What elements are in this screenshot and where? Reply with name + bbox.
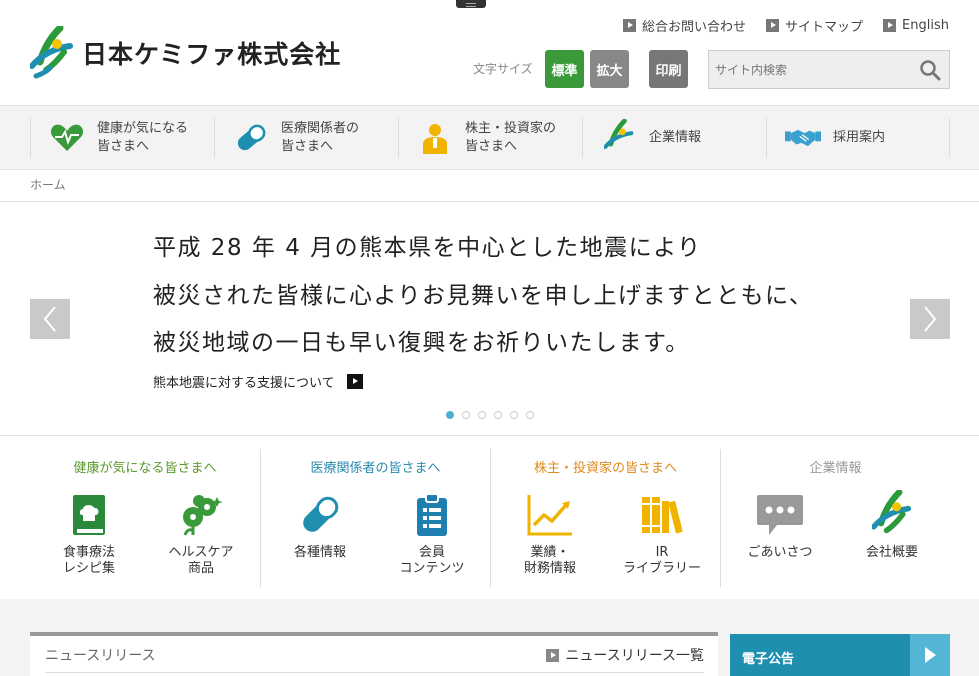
- slider-dots: [446, 411, 534, 419]
- tile-company-profile[interactable]: 会社概要: [837, 489, 947, 585]
- heart-pulse-icon: [49, 122, 85, 154]
- util-link-sitemap[interactable]: サイトマップ: [766, 16, 863, 35]
- site-header: 日本ケミファ株式会社 総合お問い合わせ サイトマップ English 文字サイズ…: [0, 0, 979, 106]
- slider-dot[interactable]: [494, 411, 502, 419]
- catnav-label: 企業情報: [649, 130, 702, 145]
- arrow-right-icon: [883, 19, 897, 32]
- electronic-notice-label: 電子公告: [742, 652, 795, 667]
- tile-recipes[interactable]: 食事療法 レシピ集: [34, 489, 144, 585]
- news-title: ニュースリリース: [45, 648, 156, 664]
- kumamoto-support-link[interactable]: 熊本地震に対する支援について: [153, 372, 363, 391]
- panel-corporate: 企業情報 ごあいさつ 会社概要: [720, 449, 950, 587]
- tile-greeting[interactable]: ごあいさつ: [725, 489, 835, 585]
- arrow-right-icon: [910, 634, 950, 676]
- category-panels: 健康が気になる皆さまへ 食事療法 レシピ集 ヘルスケア 商品 医療関係者の皆さま…: [0, 437, 979, 599]
- handshake-icon: [785, 122, 821, 154]
- hero-text-line: 被災地域の一日も早い復興をお祈りいたします。: [153, 330, 690, 356]
- tile-label: IR ライブラリー: [622, 545, 701, 576]
- divider: [45, 672, 704, 673]
- catnav-item-medical[interactable]: 医療関係者の 皆さまへ: [214, 118, 398, 158]
- util-link-english[interactable]: English: [883, 16, 949, 35]
- panel-title[interactable]: 企業情報: [721, 457, 950, 476]
- tile-label: 会社概要: [865, 545, 918, 560]
- tile-info[interactable]: 各種情報: [265, 489, 375, 585]
- print-button[interactable]: 印刷: [649, 50, 688, 88]
- panel-title[interactable]: 健康が気になる皆さまへ: [30, 457, 260, 476]
- tile-ir-library[interactable]: IR ライブラリー: [607, 489, 717, 585]
- healthcare-flower-icon: [146, 489, 256, 541]
- tile-label: 会員 コンテンツ: [399, 545, 465, 576]
- clipboard-icon: [377, 489, 487, 541]
- tile-healthcare[interactable]: ヘルスケア 商品: [146, 489, 256, 585]
- slider-dot[interactable]: [478, 411, 486, 419]
- books-icon: [607, 489, 717, 541]
- arrow-right-icon: [623, 19, 637, 32]
- panel-investors: 株主・投資家の皆さまへ 業績・ 財務情報 IR ライブラリー: [490, 449, 720, 587]
- slider-dot[interactable]: [462, 411, 470, 419]
- arrow-right-icon: [766, 19, 780, 32]
- category-nav: 健康が気になる 皆さまへ 医療関係者の 皆さまへ 株主・投資家の 皆さまへ 企業…: [0, 106, 979, 170]
- hero-text-line: 平成 28 年 4 月の熊本県を中心とした地震により: [153, 235, 702, 261]
- investor-icon: [417, 122, 453, 154]
- company-logo[interactable]: 日本ケミファ株式会社: [30, 26, 341, 80]
- font-size-label: 文字サイズ: [473, 62, 533, 76]
- slider-next-button[interactable]: [910, 299, 950, 339]
- font-large-button[interactable]: 拡大: [590, 50, 629, 88]
- chevron-right-icon: [924, 306, 937, 332]
- panel-title[interactable]: 医療関係者の皆さまへ: [261, 457, 490, 476]
- slider-dot[interactable]: [526, 411, 534, 419]
- breadcrumb: ホーム: [30, 176, 66, 193]
- capsule-icon: [265, 489, 375, 541]
- utility-links: 総合お問い合わせ サイトマップ English: [623, 16, 949, 35]
- line-chart-icon: [495, 489, 605, 541]
- menu-handle-icon[interactable]: [456, 0, 486, 8]
- panel-title[interactable]: 株主・投資家の皆さまへ: [491, 457, 720, 476]
- panel-medical: 医療関係者の皆さまへ 各種情報 会員 コンテンツ: [260, 449, 490, 587]
- tile-label: 食事療法 レシピ集: [62, 545, 115, 576]
- catnav-label: 採用案内: [833, 130, 886, 145]
- util-link-contact[interactable]: 総合お問い合わせ: [623, 16, 746, 35]
- tile-financial[interactable]: 業績・ 財務情報: [495, 489, 605, 585]
- tile-label: ヘルスケア 商品: [168, 545, 234, 576]
- speech-bubble-icon: [725, 489, 835, 541]
- arrow-right-icon: [346, 374, 363, 389]
- search-icon[interactable]: [919, 59, 941, 81]
- tile-label: 業績・ 財務情報: [523, 545, 576, 576]
- company-logo-icon: [601, 119, 637, 154]
- slider-dot[interactable]: [446, 411, 454, 419]
- catnav-label: 健康が気になる 皆さまへ: [97, 121, 189, 154]
- catnav-label: 医療関係者の 皆さまへ: [281, 121, 360, 154]
- company-logo-icon: [837, 489, 947, 541]
- tile-member[interactable]: 会員 コンテンツ: [377, 489, 487, 585]
- catnav-item-recruit[interactable]: 採用案内: [766, 118, 950, 158]
- slider-dot[interactable]: [510, 411, 518, 419]
- page: 日本ケミファ株式会社 総合お問い合わせ サイトマップ English 文字サイズ…: [0, 0, 979, 676]
- catnav-item-investors[interactable]: 株主・投資家の 皆さまへ: [398, 118, 582, 158]
- catnav-label: 株主・投資家の 皆さまへ: [465, 121, 557, 154]
- tile-label: ごあいさつ: [747, 545, 813, 560]
- news-list-link[interactable]: ニュースリリース一覧: [546, 645, 704, 665]
- catnav-item-health[interactable]: 健康が気になる 皆さまへ: [30, 118, 214, 158]
- breadcrumb-home[interactable]: ホーム: [30, 178, 66, 192]
- tile-label: 各種情報: [293, 545, 346, 560]
- font-standard-button[interactable]: 標準: [545, 50, 584, 88]
- chemiphar-logo-icon: [30, 26, 73, 79]
- arrow-right-icon: [546, 648, 560, 662]
- recipe-book-icon: [34, 489, 144, 541]
- chevron-left-icon: [43, 306, 56, 332]
- news-release-section: ニュースリリース ニュースリリース一覧: [30, 632, 718, 676]
- catnav-item-corporate[interactable]: 企業情報: [582, 118, 766, 158]
- hero-text-line: 被災された皆様に心よりお見舞いを申し上げますとともに、: [153, 283, 814, 309]
- site-search: [708, 50, 950, 89]
- hero-slider: 平成 28 年 4 月の熊本県を中心とした地震により 被災された皆様に心よりお見…: [0, 202, 979, 436]
- search-input[interactable]: [715, 57, 915, 83]
- company-name: 日本ケミファ株式会社: [82, 40, 342, 69]
- electronic-notice-button[interactable]: 電子公告: [730, 634, 950, 676]
- panel-health: 健康が気になる皆さまへ 食事療法 レシピ集 ヘルスケア 商品: [30, 449, 260, 587]
- slider-prev-button[interactable]: [30, 299, 70, 339]
- capsule-icon: [233, 122, 269, 154]
